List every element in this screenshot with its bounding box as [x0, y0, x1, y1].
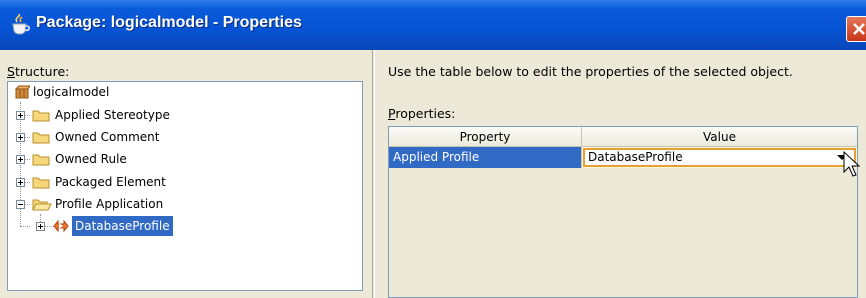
package-icon — [14, 85, 30, 99]
folder-open-icon — [32, 199, 52, 211]
tree-node-owned-rule[interactable]: Owned Rule — [8, 149, 130, 169]
structure-label: Structure: — [7, 64, 70, 79]
folder-icon — [32, 154, 50, 166]
tree-node-label: Packaged Element — [55, 175, 166, 189]
combobox-value: DatabaseProfile — [588, 150, 683, 164]
structure-tree[interactable]: logicalmodel Applied Stereotype Owned Co… — [7, 81, 363, 291]
property-cell[interactable]: Applied Profile — [389, 147, 582, 168]
folder-icon — [32, 177, 50, 189]
expand-icon[interactable] — [36, 222, 45, 231]
tree-node-label: Profile Application — [55, 197, 164, 211]
tree-node-profile-application[interactable]: Profile Application — [8, 194, 166, 214]
mouse-cursor-icon — [843, 151, 861, 177]
expand-icon[interactable] — [16, 133, 25, 142]
tree-node-owned-comment[interactable]: Owned Comment — [8, 127, 162, 147]
close-icon — [853, 23, 865, 35]
tree-node-label: DatabaseProfile — [72, 216, 173, 236]
profile-icon — [53, 219, 69, 233]
folder-icon — [32, 132, 50, 144]
properties-table[interactable]: Property Value Applied Profile DatabaseP… — [388, 126, 858, 298]
tree-node-label: Owned Rule — [55, 152, 127, 166]
tree-node-packaged-element[interactable]: Packaged Element — [8, 172, 169, 192]
expand-icon[interactable] — [16, 155, 25, 164]
title-bar[interactable]: Package: logicalmodel - Properties — [0, 0, 866, 50]
column-header-property[interactable]: Property — [389, 127, 582, 147]
tree-node-applied-stereotype[interactable]: Applied Stereotype — [8, 105, 173, 125]
folder-icon — [32, 110, 50, 122]
tree-node-label: Owned Comment — [55, 130, 160, 144]
window-title: Package: logicalmodel - Properties — [36, 14, 302, 31]
value-combobox[interactable]: DatabaseProfile — [583, 148, 856, 167]
expand-icon[interactable] — [16, 111, 25, 120]
instructions-text: Use the table below to edit the properti… — [388, 64, 793, 79]
collapse-icon[interactable] — [16, 200, 25, 209]
expand-icon[interactable] — [16, 178, 25, 187]
properties-label: Properties: — [388, 106, 456, 121]
splitter[interactable] — [372, 50, 375, 298]
tree-node-label: Applied Stereotype — [55, 108, 170, 122]
close-button[interactable] — [846, 16, 866, 42]
tree-node-root[interactable]: logicalmodel — [10, 82, 112, 102]
value-cell[interactable]: DatabaseProfile — [582, 147, 857, 168]
jdeveloper-cup-icon — [12, 14, 30, 35]
column-header-value[interactable]: Value — [582, 127, 857, 147]
tree-node-root-label: logicalmodel — [33, 85, 110, 99]
tree-node-databaseprofile[interactable]: DatabaseProfile — [8, 216, 173, 236]
